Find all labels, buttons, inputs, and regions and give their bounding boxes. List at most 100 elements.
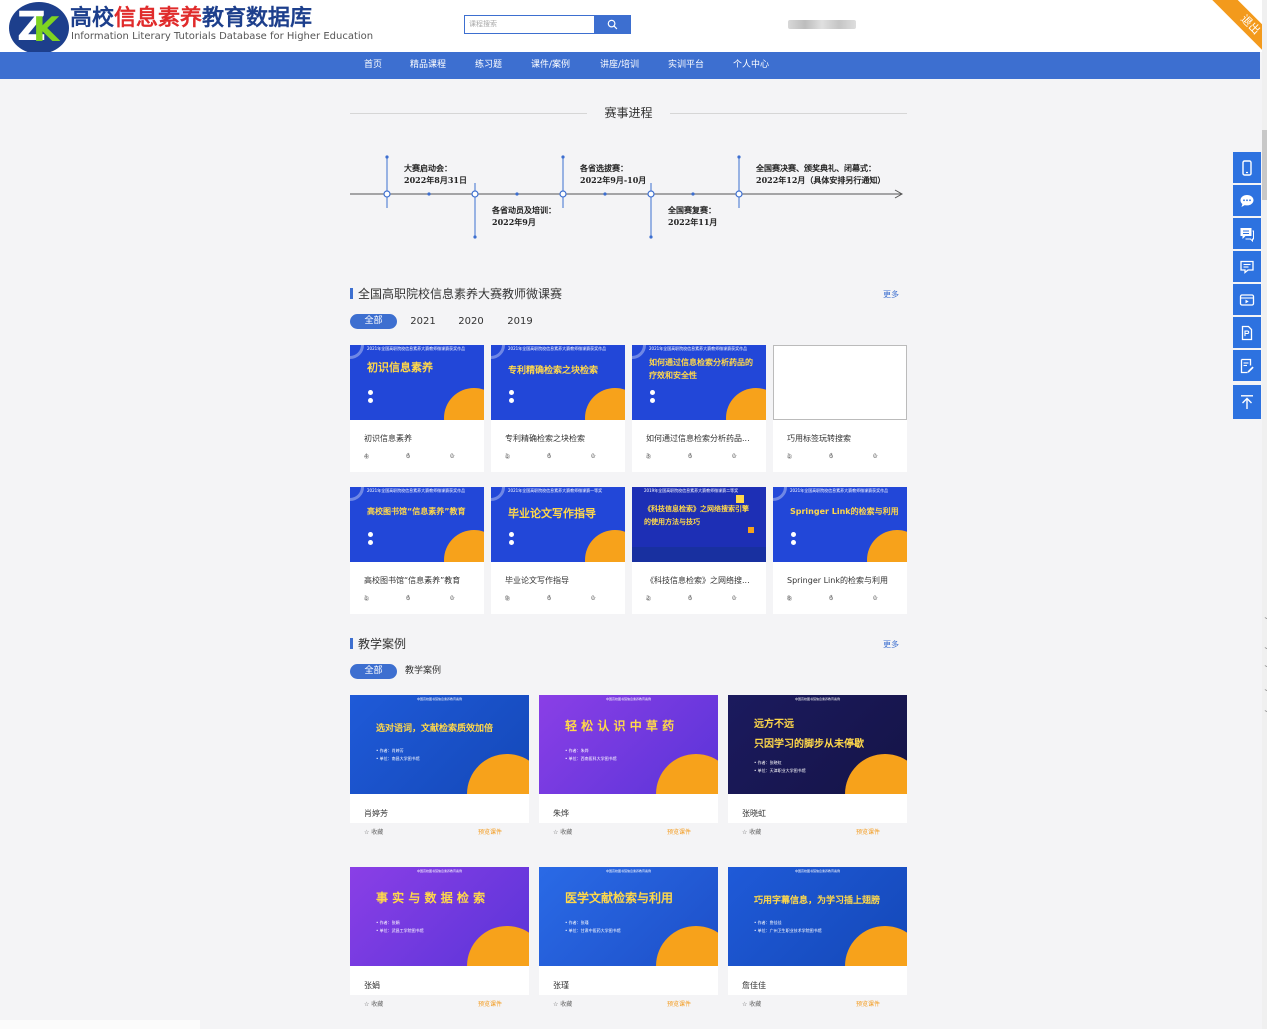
chat-button[interactable] — [1233, 185, 1261, 216]
course-card[interactable]: 2021年全国高职院校信息素养大赛教师微课赛获奖作品 高校图书馆“信息素养”教育… — [350, 487, 484, 614]
favorite-button[interactable]: ☆ 收藏 — [553, 827, 572, 836]
course-card[interactable]: 2021年全国高职院校信息素养大赛教师微课赛获奖作品 Springer Link… — [773, 487, 907, 614]
nav-home[interactable]: 首页 — [364, 52, 382, 79]
edit-button[interactable] — [1233, 350, 1261, 381]
favorite-button[interactable]: ☆ 收藏 — [742, 999, 761, 1008]
case-author-name[interactable]: 詹佳佳 — [742, 980, 766, 991]
preview-courseware-link[interactable]: 预览课件 — [478, 827, 502, 836]
back-to-top-button[interactable] — [1233, 385, 1261, 419]
course-card[interactable]: 巧用标签玩转搜索 ◎ 1 ♁ 0 ☆ 0 — [773, 345, 907, 472]
preview-courseware-link[interactable]: 预览课件 — [667, 999, 691, 1008]
course-name[interactable]: 初识信息素养 — [364, 433, 412, 444]
course-name[interactable]: 《科技信息检索》之网络搜... — [646, 575, 750, 586]
case-thumbnail[interactable]: 中国高校图书馆信息素养教育案例 事 实 与 数 据 检 索 • 作者：张娟 • 单… — [350, 867, 529, 966]
case-thumb-info: • 作者：詹佳佳 • 单位：广州卫生职业技术学院图书馆 — [754, 919, 822, 935]
nav-profile[interactable]: 个人中心 — [733, 52, 769, 79]
case-card[interactable]: 中国高校图书馆信息素养教育案例 轻 松 认 识 中 草 药 • 作者：朱烨 • 单… — [539, 695, 718, 836]
scrollbar-thumb[interactable] — [1262, 130, 1267, 200]
course-card[interactable]: 2021年全国高职院校信息素养大赛教师微课赛获奖作品 如何通过信息检索分析药品的… — [632, 345, 766, 472]
case-thumb-header: 中国高校图书馆信息素养教育案例 — [794, 869, 840, 873]
course-card[interactable]: 2019年全国高职院校信息素养大赛教师微课赛二等奖 《科技信息检索》之网络搜索引… — [632, 487, 766, 614]
course-thumbnail[interactable]: 2021年全国高职院校信息素养大赛教师微课赛获奖作品 专利精确检索之块检索 — [491, 345, 625, 420]
filter-2020[interactable]: 2020 — [456, 314, 486, 329]
nav-coursewares[interactable]: 课件/案例 — [531, 52, 570, 79]
site-logo[interactable]: Z K — [9, 2, 69, 54]
favorite-button[interactable]: ☆ 收藏 — [364, 827, 383, 836]
search-input[interactable]: 课程搜索 — [464, 15, 594, 34]
case-thumb-decoration — [845, 754, 907, 794]
case-thumbnail[interactable]: 中国高校图书馆信息素养教育案例 远方不远 只因学习的脚步从未停歇 • 作者：张晓… — [728, 695, 907, 794]
search-button[interactable] — [594, 15, 631, 34]
case-thumb-info: • 作者：张晓虹 • 单位：天津职业大学图书馆 — [754, 759, 806, 775]
video-button[interactable] — [1233, 284, 1261, 315]
filter-2019[interactable]: 2019 — [505, 314, 535, 329]
case-author-name[interactable]: 张娟 — [364, 980, 380, 991]
case-thumbnail[interactable]: 中国高校图书馆信息素养教育案例 医学文献检索与利用 • 作者：张瑾 • 单位：甘肃… — [539, 867, 718, 966]
case-thumbnail[interactable]: 中国高校图书馆信息素养教育案例 轻 松 认 识 中 草 药 • 作者：朱烨 • 单… — [539, 695, 718, 794]
course-name[interactable]: 高校图书馆“信息素养”教育 — [364, 575, 460, 586]
cases-filter-teaching[interactable]: 教学案例 — [402, 664, 444, 679]
views-count: 3 — [646, 453, 650, 460]
case-card[interactable]: 中国高校图书馆信息素养教育案例 医学文献检索与利用 • 作者：张瑾 • 单位：甘肃… — [539, 867, 718, 1008]
course-card[interactable]: 2021年全国高职院校信息素养大赛教师微课赛获奖作品 专利精确检索之块检索 专利… — [491, 345, 625, 472]
case-thumb-title: 巧用字幕信息，为学习插上翅膀 — [754, 896, 881, 906]
exit-button[interactable]: 退出 — [1200, 0, 1262, 52]
course-thumbnail[interactable]: 2021年全国高职院校信息素养大赛教师微课赛获奖作品 Springer Link… — [773, 487, 907, 562]
case-unit: • 单位：甘肃中医药大学图书馆 — [565, 928, 621, 933]
exit-label[interactable]: 退出 — [1208, 0, 1262, 52]
filter-2021[interactable]: 2021 — [408, 314, 438, 329]
preview-courseware-link[interactable]: 预览课件 — [856, 827, 880, 836]
case-author-name[interactable]: 张瑾 — [553, 980, 569, 991]
case-thumbnail[interactable]: 中国高校图书馆信息素养教育案例 巧用字幕信息，为学习插上翅膀 • 作者：詹佳佳 •… — [728, 867, 907, 966]
case-author-name[interactable]: 张晓虹 — [742, 808, 766, 819]
preview-courseware-link[interactable]: 预览课件 — [667, 827, 691, 836]
course-card[interactable]: 2021年全国高职院校信息素养大赛教师微课赛一等奖 毕业论文写作指导 毕业论文写… — [491, 487, 625, 614]
thumb-decoration — [726, 388, 766, 420]
nav-lectures[interactable]: 讲座/培训 — [600, 52, 639, 79]
course-name[interactable]: 如何通过信息检索分析药品... — [646, 433, 750, 444]
case-card[interactable]: 中国高校图书馆信息素养教育案例 远方不远 只因学习的脚步从未停歇 • 作者：张晓… — [728, 695, 907, 836]
likes-count: 0 — [547, 595, 551, 602]
message-button[interactable] — [1233, 218, 1261, 249]
comment-button[interactable] — [1233, 251, 1261, 282]
case-card[interactable]: 中国高校图书馆信息素养教育案例 选对语词，文献检索质效加倍 • 作者：肖婷芳 • … — [350, 695, 529, 836]
course-name[interactable]: 巧用标签玩转搜索 — [787, 433, 851, 444]
course-thumbnail[interactable]: 2021年全国高职院校信息素养大赛教师微课赛获奖作品 高校图书馆“信息素养”教育 — [350, 487, 484, 562]
filter-all[interactable]: 全部 — [350, 314, 397, 329]
course-name[interactable]: 毕业论文写作指导 — [505, 575, 569, 586]
course-thumbnail[interactable]: 2021年全国高职院校信息素养大赛教师微课赛一等奖 毕业论文写作指导 — [491, 487, 625, 562]
case-thumb-header: 中国高校图书馆信息素养教育案例 — [794, 697, 840, 701]
case-thumbnail[interactable]: 中国高校图书馆信息素养教育案例 选对语词，文献检索质效加倍 • 作者：肖婷芳 • … — [350, 695, 529, 794]
site-title[interactable]: 高校信息素养教育数据库 — [70, 0, 312, 32]
case-author-name[interactable]: 肖婷芳 — [364, 808, 388, 819]
course-thumbnail[interactable]: 2019年全国高职院校信息素养大赛教师微课赛二等奖 《科技信息检索》之网络搜索引… — [632, 487, 766, 562]
thumb-decoration — [867, 530, 907, 562]
course-thumbnail-empty[interactable] — [773, 345, 907, 420]
preview-courseware-link[interactable]: 预览课件 — [856, 999, 880, 1008]
nav-training[interactable]: 实训平台 — [668, 52, 704, 79]
micro-more-link[interactable]: 更多 — [883, 289, 899, 300]
mobile-button[interactable] — [1233, 152, 1261, 183]
edit-icon — [1240, 358, 1254, 373]
favorite-button[interactable]: ☆ 收藏 — [364, 999, 383, 1008]
course-name[interactable]: 专利精确检索之块检索 — [505, 433, 585, 444]
nav-exercises[interactable]: 练习题 — [475, 52, 502, 79]
case-author-name[interactable]: 朱烨 — [553, 808, 569, 819]
favorite-button[interactable]: ☆ 收藏 — [742, 827, 761, 836]
thumb-dot — [509, 532, 514, 537]
course-thumbnail[interactable]: 2021年全国高职院校信息素养大赛教师微课赛获奖作品 如何通过信息检索分析药品的… — [632, 345, 766, 420]
favorite-button[interactable]: ☆ 收藏 — [553, 999, 572, 1008]
section-marker — [350, 288, 353, 299]
course-card[interactable]: 2021年全国高职院校信息素养大赛教师微课赛获奖作品 初识信息素养 初识信息素养… — [350, 345, 484, 472]
preview-courseware-link[interactable]: 预览课件 — [478, 999, 502, 1008]
document-button[interactable] — [1233, 317, 1261, 348]
cases-filter-all[interactable]: 全部 — [350, 664, 397, 679]
course-name[interactable]: Springer Link的检索与利用 — [787, 575, 888, 586]
cases-more-link[interactable]: 更多 — [883, 639, 899, 650]
case-card[interactable]: 中国高校图书馆信息素养教育案例 事 实 与 数 据 检 索 • 作者：张娟 • 单… — [350, 867, 529, 1008]
page-scrollbar[interactable] — [1262, 0, 1267, 1029]
case-card[interactable]: 中国高校图书馆信息素养教育案例 巧用字幕信息，为学习插上翅膀 • 作者：詹佳佳 •… — [728, 867, 907, 1008]
course-thumbnail[interactable]: 2021年全国高职院校信息素养大赛教师微课赛获奖作品 初识信息素养 — [350, 345, 484, 420]
user-name-blurred[interactable] — [788, 20, 856, 29]
nav-courses[interactable]: 精品课程 — [410, 52, 446, 79]
